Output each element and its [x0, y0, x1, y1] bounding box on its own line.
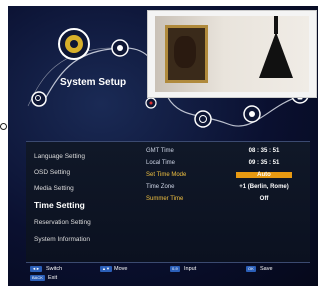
- menu-item-reservation[interactable]: Reservation Setting: [34, 219, 91, 226]
- screen-frame: System Setup Language Setting OSD Settin…: [0, 0, 325, 303]
- input-label: Input: [184, 266, 197, 272]
- summer-time-value[interactable]: Off: [236, 196, 292, 202]
- footer-help: ◄► Switch ▲▼ Move 0-9 Input OK Save BACK…: [18, 265, 318, 286]
- set-time-mode-label[interactable]: Set Time Mode: [146, 172, 186, 178]
- video-preview: [147, 10, 317, 98]
- menu-item-system-information[interactable]: System Information: [34, 236, 90, 243]
- magnifier-icon[interactable]: [31, 91, 47, 107]
- menu-item-osd[interactable]: OSD Setting: [34, 169, 70, 176]
- save-label: Save: [260, 266, 273, 272]
- menu-title: System Setup: [60, 77, 127, 88]
- gmt-time-value: 08 : 35 : 51: [248, 148, 280, 154]
- satellite-icon[interactable]: [111, 39, 129, 57]
- move-label: Move: [114, 266, 128, 272]
- time-zone-value[interactable]: +1 (Berlin, Rome): [236, 184, 292, 190]
- decorative-dot: [0, 123, 7, 130]
- record-icon[interactable]: [145, 97, 157, 109]
- summer-time-label[interactable]: Summer Time: [146, 196, 183, 202]
- globe-icon[interactable]: [194, 110, 212, 128]
- gmt-time-label: GMT Time: [146, 148, 174, 154]
- local-time-value: 09 : 35 : 51: [248, 160, 280, 166]
- settings-panel: Language Setting OSD Setting Media Setti…: [26, 141, 310, 263]
- move-key-icon: ▲▼: [100, 266, 112, 272]
- tv-screen: System Setup Language Setting OSD Settin…: [8, 6, 318, 286]
- system-setup-gear-icon[interactable]: [58, 28, 90, 60]
- time-zone-label[interactable]: Time Zone: [146, 184, 174, 190]
- local-time-label: Local Time: [146, 160, 176, 166]
- fireplace-image: [259, 32, 293, 78]
- ok-key-icon: OK: [246, 266, 256, 272]
- input-key-icon: 0-9: [170, 266, 180, 272]
- painting-image: [165, 25, 208, 83]
- exit-label: Exit: [48, 275, 58, 281]
- set-time-mode-value[interactable]: Auto: [236, 172, 292, 178]
- menu-item-language[interactable]: Language Setting: [34, 153, 85, 160]
- switch-key-icon: ◄►: [30, 266, 42, 272]
- preview-image: [155, 16, 309, 92]
- media-icon[interactable]: [243, 105, 261, 123]
- switch-label: Switch: [46, 266, 63, 272]
- back-key-icon: BACK: [30, 275, 45, 281]
- stove-pipe: [274, 16, 278, 34]
- menu-item-time[interactable]: Time Setting: [34, 200, 85, 210]
- menu-item-media[interactable]: Media Setting: [34, 185, 74, 192]
